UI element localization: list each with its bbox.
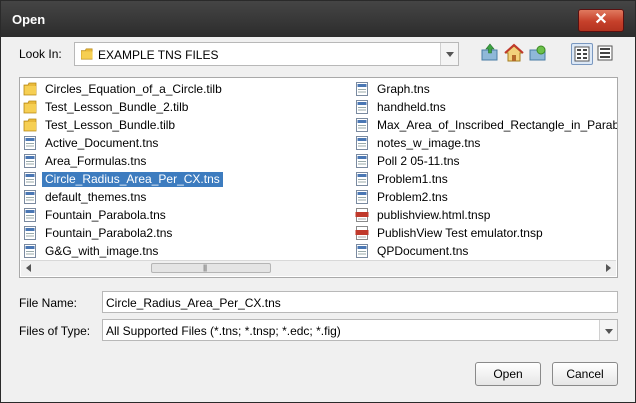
home-icon: [504, 43, 524, 62]
create-new-folder-icon: [529, 45, 546, 61]
tns-file-icon: [24, 154, 36, 168]
file-name-text: Problem2.tns: [377, 190, 448, 204]
file-list-item[interactable]: Circle_Radius_Area_Per_CX.tns: [20, 170, 350, 188]
look-in-label: Look In:: [19, 47, 62, 61]
file-list-item[interactable]: Test_Lesson_Bundle_2.tilb: [20, 98, 350, 116]
file-name-text: Fountain_Parabola.tns: [45, 208, 166, 222]
file-name-text: Area_Formulas.tns: [45, 154, 147, 168]
file-list-item[interactable]: G&G_with_image.tns: [20, 242, 350, 260]
scroll-left-icon[interactable]: [26, 264, 31, 272]
file-name-label: File Name:: [19, 296, 78, 310]
open-button[interactable]: Open: [475, 362, 541, 386]
up-one-level-icon: [481, 43, 498, 61]
file-name-text: Problem1.tns: [377, 172, 448, 186]
file-name-text: Graph.tns: [377, 82, 430, 96]
file-name-text: Circle_Radius_Area_Per_CX.tns: [42, 172, 223, 187]
file-list-item[interactable]: Problem1.tns: [352, 170, 617, 188]
file-list-item[interactable]: QPDocument.tns: [352, 242, 617, 260]
chevron-down-icon[interactable]: [440, 43, 458, 65]
file-list-item[interactable]: Test_Lesson_Bundle.tilb: [20, 116, 350, 134]
file-name-text: PublishView Test emulator.tnsp: [377, 226, 543, 240]
dialog-title: Open: [12, 12, 46, 27]
file-list-item[interactable]: Graph.tns: [352, 80, 617, 98]
folder-icon: [81, 48, 93, 60]
tns-file-icon: [356, 190, 368, 204]
files-of-type-dropdown[interactable]: All Supported Files (*.tns; *.tnsp; *.ed…: [102, 319, 618, 341]
file-list-item[interactable]: Max_Area_of_Inscribed_Rectangle_in_Parab: [352, 116, 618, 134]
list-view-button[interactable]: [571, 43, 593, 65]
file-name-field[interactable]: Circle_Radius_Area_Per_CX.tns: [102, 291, 618, 313]
tns-file-icon: [356, 244, 368, 258]
horizontal-scrollbar[interactable]: ||||: [21, 260, 616, 276]
file-name-text: default_themes.tns: [45, 190, 147, 204]
create-new-folder-button[interactable]: [528, 43, 550, 65]
look-in-value: EXAMPLE TNS FILES: [98, 48, 219, 62]
cancel-button[interactable]: Cancel: [552, 362, 618, 386]
file-list-item[interactable]: Poll 2 05-11.tns: [352, 152, 617, 170]
file-name-text: G&G_with_image.tns: [45, 244, 159, 258]
file-list-item[interactable]: default_themes.tns: [20, 188, 350, 206]
tns-file-icon: [24, 208, 36, 222]
tns-file-icon: [356, 136, 368, 150]
file-list-item[interactable]: Fountain_Parabola2.tns: [20, 224, 350, 242]
tns-file-icon: [356, 154, 368, 168]
folder-icon: [23, 100, 37, 114]
file-name-text: Fountain_Parabola2.tns: [45, 226, 173, 240]
tns-file-icon: [24, 190, 36, 204]
scrollbar-thumb[interactable]: ||||: [151, 263, 271, 273]
tnsp-file-icon: [355, 208, 369, 222]
home-button[interactable]: [504, 43, 526, 65]
title-bar[interactable]: Open ✕: [1, 1, 635, 37]
file-list-column-2: Graph.tns handheld.tns Max_Area_of_Inscrib…: [352, 80, 618, 260]
tns-file-icon: [356, 172, 368, 186]
file-name-text: Test_Lesson_Bundle.tilb: [45, 118, 176, 132]
up-one-level-button[interactable]: [480, 43, 502, 65]
folder-icon: [23, 82, 37, 96]
details-view-icon: [597, 45, 613, 61]
tns-file-icon: [356, 118, 368, 132]
file-list-item[interactable]: handheld.tns: [352, 98, 617, 116]
file-list-item[interactable]: Problem2.tns: [352, 188, 617, 206]
tns-file-icon: [24, 244, 36, 258]
file-name-text: Circles_Equation_of_a_Circle.tilb: [45, 82, 222, 96]
look-in-dropdown[interactable]: EXAMPLE TNS FILES: [74, 42, 459, 66]
file-name-text: Poll 2 05-11.tns: [377, 154, 460, 168]
file-list-item[interactable]: notes_w_image.tns: [352, 134, 617, 152]
file-list-item[interactable]: Circles_Equation_of_a_Circle.tilb: [20, 80, 350, 98]
open-dialog: Open ✕ Look In: EXAMPLE TNS FILES Circle…: [0, 0, 636, 403]
file-list-item[interactable]: Active_Document.tns: [20, 134, 350, 152]
file-list-item[interactable]: Area_Formulas.tns: [20, 152, 350, 170]
file-list-item[interactable]: PublishView Test emulator.tnsp: [352, 224, 617, 242]
file-list-item[interactable]: Fountain_Parabola.tns: [20, 206, 350, 224]
tns-file-icon: [356, 82, 368, 96]
tnsp-file-icon: [355, 226, 369, 240]
folder-icon: [23, 118, 37, 132]
details-view-button[interactable]: [595, 43, 617, 65]
file-name-text: handheld.tns: [377, 100, 446, 114]
tns-file-icon: [356, 100, 368, 114]
file-list-item[interactable]: publishview.html.tnsp: [352, 206, 617, 224]
files-of-type-value: All Supported Files (*.tns; *.tnsp; *.ed…: [106, 324, 341, 338]
file-name-text: Test_Lesson_Bundle_2.tilb: [45, 100, 189, 114]
file-list[interactable]: Circles_Equation_of_a_Circle.tilb Test_Le…: [19, 77, 618, 278]
file-name-text: QPDocument.tns: [377, 244, 469, 258]
file-name-text: notes_w_image.tns: [377, 136, 481, 150]
file-list-column-1: Circles_Equation_of_a_Circle.tilb Test_Le…: [20, 80, 350, 260]
scroll-right-icon[interactable]: [606, 264, 611, 272]
list-view-icon: [574, 46, 590, 62]
file-name-text: Max_Area_of_Inscribed_Rectangle_in_Parab: [377, 118, 618, 132]
close-button[interactable]: ✕: [578, 9, 624, 32]
tns-file-icon: [24, 172, 36, 186]
file-name-value: Circle_Radius_Area_Per_CX.tns: [106, 296, 281, 310]
tns-file-icon: [24, 226, 36, 240]
file-name-text: Active_Document.tns: [45, 136, 159, 150]
chevron-down-icon[interactable]: [599, 320, 617, 340]
files-of-type-label: Files of Type:: [19, 324, 91, 338]
file-name-text: publishview.html.tnsp: [377, 208, 491, 222]
tns-file-icon: [24, 136, 36, 150]
